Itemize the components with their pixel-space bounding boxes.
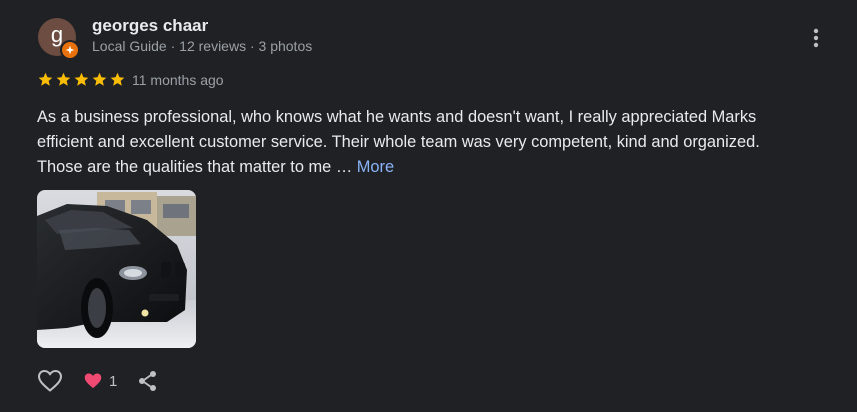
star-icon (38, 72, 53, 86)
heart-reaction-icon (84, 373, 102, 389)
heart-outline-icon[interactable] (37, 369, 63, 393)
review-photo[interactable] (37, 190, 196, 348)
star-icon (74, 72, 89, 86)
more-options-icon[interactable] (806, 25, 826, 51)
star-icon (110, 72, 125, 86)
reviewer-name[interactable]: georges chaar (92, 16, 208, 36)
reviewer-meta: Local Guide · 12 reviews · 3 photos (92, 38, 313, 54)
review-line-text: Those are the qualities that matter to m… (37, 158, 353, 176)
like-reaction[interactable]: 1 (83, 372, 117, 390)
review-line: Those are the qualities that matter to m… (37, 155, 827, 180)
more-link[interactable]: More (357, 158, 394, 176)
like-count: 1 (109, 372, 118, 390)
star-icon (92, 72, 107, 86)
review-actions: 1 (37, 368, 159, 394)
review-text: As a business professional, who knows wh… (37, 105, 827, 180)
local-guide-badge-icon (60, 40, 80, 60)
review-time: 11 months ago (132, 72, 224, 88)
review-line: As a business professional, who knows wh… (37, 108, 757, 126)
review-line: efficient and excellent customer service… (37, 133, 760, 151)
share-icon[interactable] (137, 370, 159, 392)
star-rating (37, 71, 126, 88)
star-icon (56, 72, 71, 86)
